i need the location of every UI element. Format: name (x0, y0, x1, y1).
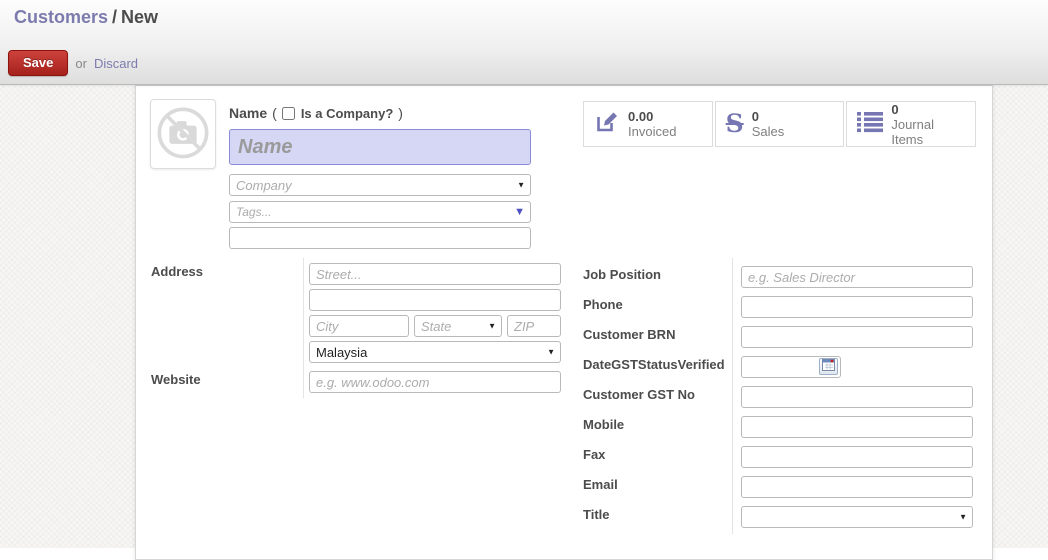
journal-list-icon (857, 110, 884, 139)
form-action-row: Save or Discard (8, 50, 138, 76)
customer-gst-no-label: Customer GST No (583, 387, 695, 402)
invoiced-label: Invoiced (628, 124, 677, 139)
name-label-row: Name ( Is a Company? ) (229, 104, 408, 122)
country-select[interactable]: Malaysia ▼ (309, 341, 561, 363)
customer-brn-label: Customer BRN (583, 327, 676, 342)
customer-brn-input[interactable] (741, 326, 973, 348)
paren-close: ) (398, 105, 403, 121)
website-input[interactable] (309, 371, 561, 393)
job-position-label: Job Position (583, 267, 661, 282)
or-text: or (75, 55, 87, 71)
sales-label: Sales (751, 124, 785, 139)
customer-gst-no-input[interactable] (741, 386, 973, 408)
breadcrumb: Customers / New (14, 7, 158, 28)
state-placeholder-text: State (421, 318, 452, 334)
phone-label: Phone (583, 297, 623, 312)
header-bar: Customers / New Save or Discard (0, 0, 1048, 85)
country-value: Malaysia (316, 344, 368, 360)
date-gst-field (741, 356, 841, 378)
street-input[interactable] (309, 263, 561, 285)
state-select[interactable]: State ▼ (414, 315, 502, 337)
company-placeholder-text: Company (236, 177, 292, 193)
chevron-down-icon: ▼ (547, 347, 555, 357)
stat-buttons: 0.00 Invoiced S 0 Sales 0 Journal Items (583, 101, 977, 147)
datepicker-button[interactable] (819, 358, 838, 375)
name-input[interactable] (229, 129, 531, 165)
form-background: Name ( Is a Company? ) Company ▼ Tags...… (0, 85, 1048, 560)
form-sheet: Name ( Is a Company? ) Company ▼ Tags...… (135, 85, 993, 560)
breadcrumb-customers-link[interactable]: Customers (14, 7, 108, 27)
email-label: Email (583, 477, 618, 492)
tags-placeholder-text: Tags... (236, 205, 272, 219)
zip-input[interactable] (507, 315, 561, 337)
journal-items-label: Journal Items (891, 116, 934, 147)
journal-items-stat-button[interactable]: 0 Journal Items (846, 101, 977, 147)
journal-items-value: 0 (891, 101, 899, 117)
right-group-separator (732, 258, 733, 534)
discard-link[interactable]: Discard (94, 56, 138, 71)
phone-input[interactable] (741, 296, 973, 318)
city-input[interactable] (309, 315, 409, 337)
sales-stat-button[interactable]: S 0 Sales (714, 101, 845, 147)
customer-photo-placeholder[interactable] (150, 99, 216, 169)
calendar-icon (822, 359, 835, 374)
chevron-down-icon: ▼ (514, 206, 525, 218)
mobile-label: Mobile (583, 417, 625, 432)
title-select[interactable]: ▼ (741, 506, 973, 528)
edit-pencil-icon (594, 109, 620, 140)
name-label: Name (229, 105, 268, 121)
extra-name-input[interactable] (229, 227, 531, 249)
chevron-down-icon: ▼ (517, 180, 525, 190)
is-a-company-checkbox[interactable] (281, 106, 295, 120)
left-group-separator (303, 258, 304, 398)
sales-s-icon: S (725, 109, 744, 138)
sales-value: 0 (751, 109, 759, 124)
fax-input[interactable] (741, 446, 973, 468)
address-label: Address (151, 264, 204, 279)
mobile-input[interactable] (741, 416, 973, 438)
tags-input[interactable]: Tags... ▼ (229, 201, 531, 223)
save-button[interactable]: Save (8, 50, 69, 76)
chevron-down-icon: ▼ (488, 321, 496, 331)
company-select[interactable]: Company ▼ (229, 174, 531, 196)
title-label: Title (583, 507, 610, 522)
breadcrumb-current: New (121, 7, 159, 27)
date-gst-status-verified-label: DateGSTStatusVerified (583, 357, 725, 372)
no-photo-camera-icon (153, 100, 213, 169)
website-label: Website (151, 372, 201, 387)
invoiced-stat-button[interactable]: 0.00 Invoiced (583, 101, 713, 147)
fax-label: Fax (583, 447, 606, 462)
job-position-input[interactable] (741, 266, 973, 288)
chevron-down-icon: ▼ (959, 512, 967, 522)
paren-open: ( (272, 105, 277, 121)
is-a-company-label: Is a Company? (300, 105, 394, 121)
invoiced-value: 0.00 (628, 109, 654, 124)
breadcrumb-separator: / (112, 7, 118, 27)
street2-input[interactable] (309, 289, 561, 311)
email-input[interactable] (741, 476, 973, 498)
